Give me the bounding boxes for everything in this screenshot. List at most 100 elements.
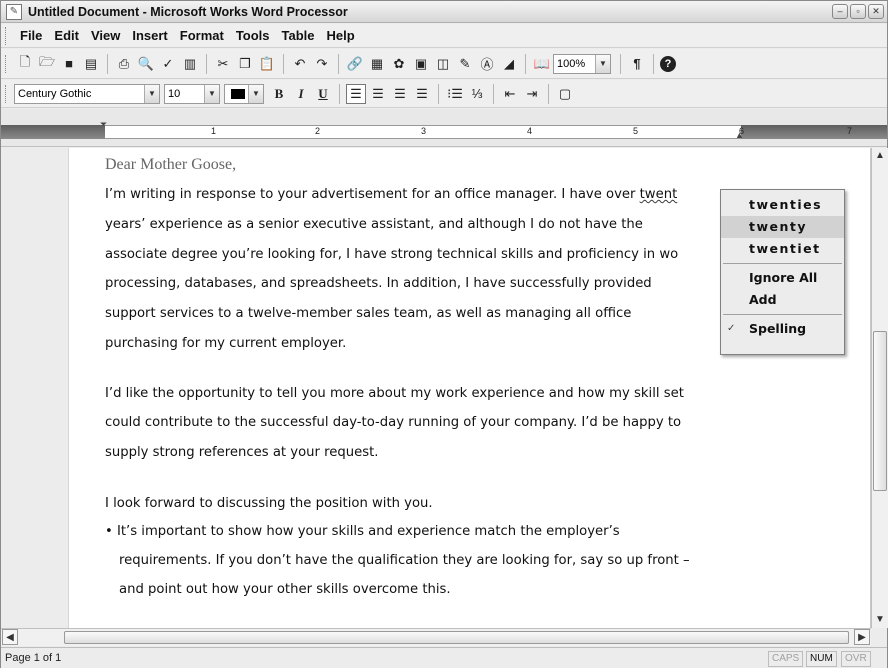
thesaurus-icon[interactable]: ▥ bbox=[180, 54, 200, 74]
font-color-select[interactable]: ▼ bbox=[224, 83, 264, 104]
hyperlink-icon[interactable]: 🔗 bbox=[345, 54, 365, 74]
ovr-indicator: OVR bbox=[841, 651, 871, 667]
menu-format[interactable]: Format bbox=[174, 26, 230, 45]
copy-icon[interactable]: ❐ bbox=[235, 54, 255, 74]
spelling-item[interactable]: ✓ Spelling bbox=[721, 318, 844, 340]
toolbar-separator bbox=[107, 53, 108, 74]
page-indicator: Page 1 of 1 bbox=[5, 652, 62, 664]
vertical-scrollbar[interactable]: ▲ ▼ bbox=[871, 148, 888, 628]
paste-icon[interactable]: 📋 bbox=[257, 54, 277, 74]
bullet-line: requirements. If you don’t have the qual… bbox=[119, 553, 690, 568]
standard-toolbar: 🗋 🗁 ■ ▤ ⎙ 🔍 ✓ ▥ ✂ ❐ 📋 ↶ ↷ 🔗 ▦ ✿ ▣ ◫ ✎ Ⓐ … bbox=[1, 49, 887, 79]
ruler-number: 3 bbox=[421, 126, 427, 136]
print-preview-icon[interactable]: 🔍 bbox=[136, 54, 156, 74]
chevron-down-icon[interactable]: ▼ bbox=[204, 84, 219, 103]
close-button[interactable]: ✕ bbox=[868, 4, 884, 19]
toolbar-grip[interactable] bbox=[5, 54, 8, 73]
toolbar-separator bbox=[620, 53, 621, 74]
text-line: could contribute to the successful day-t… bbox=[105, 415, 682, 430]
scroll-down-icon[interactable]: ▼ bbox=[872, 612, 888, 628]
text-line: supply strong references at your request… bbox=[105, 445, 379, 460]
text-line: purchasing for my current employer. bbox=[105, 336, 347, 351]
ruler-number: 6 bbox=[739, 126, 745, 136]
bold-button[interactable]: B bbox=[269, 84, 289, 104]
zoom-select[interactable]: 100% ▼ bbox=[553, 53, 611, 74]
text-line: processing, databases, and spreadsheets.… bbox=[105, 276, 652, 291]
font-color-swatch bbox=[231, 88, 245, 99]
first-line-indent-marker[interactable]: ⏷ bbox=[100, 119, 107, 130]
bullets-icon[interactable]: ⁝☰ bbox=[445, 84, 465, 104]
border-icon[interactable]: ▢ bbox=[555, 84, 575, 104]
ignore-all-item[interactable]: Ignore All bbox=[721, 267, 844, 289]
numbering-icon[interactable]: ⅓ bbox=[467, 84, 487, 104]
salutation: Dear Mother Goose, bbox=[105, 156, 237, 173]
insert-chart-icon[interactable]: ◢ bbox=[499, 54, 519, 74]
toolbar-separator bbox=[548, 83, 549, 104]
dictionary-icon[interactable]: 📖 bbox=[532, 54, 552, 74]
justify-icon[interactable]: ☰ bbox=[412, 84, 432, 104]
print-icon[interactable]: ⎙ bbox=[114, 54, 134, 74]
align-left-icon[interactable]: ☰ bbox=[346, 83, 366, 104]
menu-bar: File Edit View Insert Format Tools Table… bbox=[1, 24, 887, 48]
font-size-select[interactable]: 10 ▼ bbox=[164, 83, 220, 104]
horizontal-scroll-thumb[interactable] bbox=[64, 631, 849, 644]
ruler-number: 1 bbox=[211, 126, 217, 136]
scroll-up-icon[interactable]: ▲ bbox=[872, 148, 888, 164]
vertical-scroll-thumb[interactable] bbox=[873, 331, 887, 491]
scroll-left-icon[interactable]: ◀ bbox=[2, 629, 18, 645]
help-icon[interactable]: ? bbox=[660, 55, 676, 72]
insert-table-icon[interactable]: ▦ bbox=[367, 54, 387, 74]
menu-edit[interactable]: Edit bbox=[48, 26, 85, 45]
scroll-right-icon[interactable]: ▶ bbox=[854, 629, 870, 645]
insert-image-icon[interactable]: ◫ bbox=[433, 54, 453, 74]
minimize-button[interactable]: – bbox=[832, 4, 848, 19]
underline-button[interactable]: U bbox=[313, 84, 333, 104]
menu-view[interactable]: View bbox=[85, 26, 126, 45]
zoom-value: 100% bbox=[557, 57, 586, 70]
insert-picture-icon[interactable]: ▣ bbox=[411, 54, 431, 74]
menu-help[interactable]: Help bbox=[321, 26, 361, 45]
toolbar-grip[interactable] bbox=[5, 84, 8, 103]
toolbar-separator bbox=[493, 83, 494, 104]
insert-drawing-icon[interactable]: ✎ bbox=[455, 54, 475, 74]
chevron-down-icon[interactable]: ▼ bbox=[595, 54, 610, 73]
app-window: ✎ Untitled Document - Microsoft Works Wo… bbox=[0, 0, 888, 668]
open-folder-icon[interactable]: 🗁 bbox=[37, 54, 57, 74]
chevron-down-icon[interactable]: ▼ bbox=[248, 84, 263, 103]
insert-clipart-icon[interactable]: ✿ bbox=[389, 54, 409, 74]
menu-tools[interactable]: Tools bbox=[230, 26, 276, 45]
menu-insert[interactable]: Insert bbox=[126, 26, 173, 45]
menu-file[interactable]: File bbox=[14, 26, 48, 45]
restore-button[interactable]: ▫ bbox=[850, 4, 866, 19]
toolbar-grip[interactable] bbox=[5, 26, 8, 45]
font-name-select[interactable]: Century Gothic ▼ bbox=[14, 83, 160, 104]
spelling-check-icon[interactable]: ✓ bbox=[158, 54, 178, 74]
decrease-indent-icon[interactable]: ⇤ bbox=[500, 84, 520, 104]
show-formatting-icon[interactable]: ¶ bbox=[627, 54, 647, 74]
suggestion-item[interactable]: twenties bbox=[721, 194, 844, 216]
text-line: associate degree you’re looking for, I h… bbox=[105, 247, 679, 262]
horizontal-scrollbar[interactable]: ◀ ▶ bbox=[1, 628, 871, 646]
chevron-down-icon[interactable]: ▼ bbox=[144, 84, 159, 103]
align-right-icon[interactable]: ☰ bbox=[390, 84, 410, 104]
add-item[interactable]: Add bbox=[721, 289, 844, 311]
increase-indent-icon[interactable]: ⇥ bbox=[522, 84, 542, 104]
cut-icon[interactable]: ✂ bbox=[213, 54, 233, 74]
word-art-icon[interactable]: Ⓐ bbox=[477, 54, 497, 74]
suggestion-item[interactable]: twentiet bbox=[721, 238, 844, 260]
caps-indicator: CAPS bbox=[768, 651, 804, 667]
app-icon: ✎ bbox=[6, 3, 22, 20]
address-book-icon[interactable]: ▤ bbox=[81, 54, 101, 74]
suggestion-item[interactable]: twenty bbox=[721, 216, 844, 238]
misspelled-word[interactable]: twent bbox=[640, 187, 678, 202]
menu-separator bbox=[723, 263, 842, 264]
italic-button[interactable]: I bbox=[291, 84, 311, 104]
align-center-icon[interactable]: ☰ bbox=[368, 84, 388, 104]
redo-icon[interactable]: ↷ bbox=[312, 54, 332, 74]
text-line: years’ experience as a senior executive … bbox=[105, 217, 643, 232]
num-indicator: NUM bbox=[806, 651, 837, 667]
undo-icon[interactable]: ↶ bbox=[290, 54, 310, 74]
new-document-icon[interactable]: 🗋 bbox=[15, 54, 35, 74]
save-icon[interactable]: ■ bbox=[59, 54, 79, 74]
menu-table[interactable]: Table bbox=[276, 26, 321, 45]
